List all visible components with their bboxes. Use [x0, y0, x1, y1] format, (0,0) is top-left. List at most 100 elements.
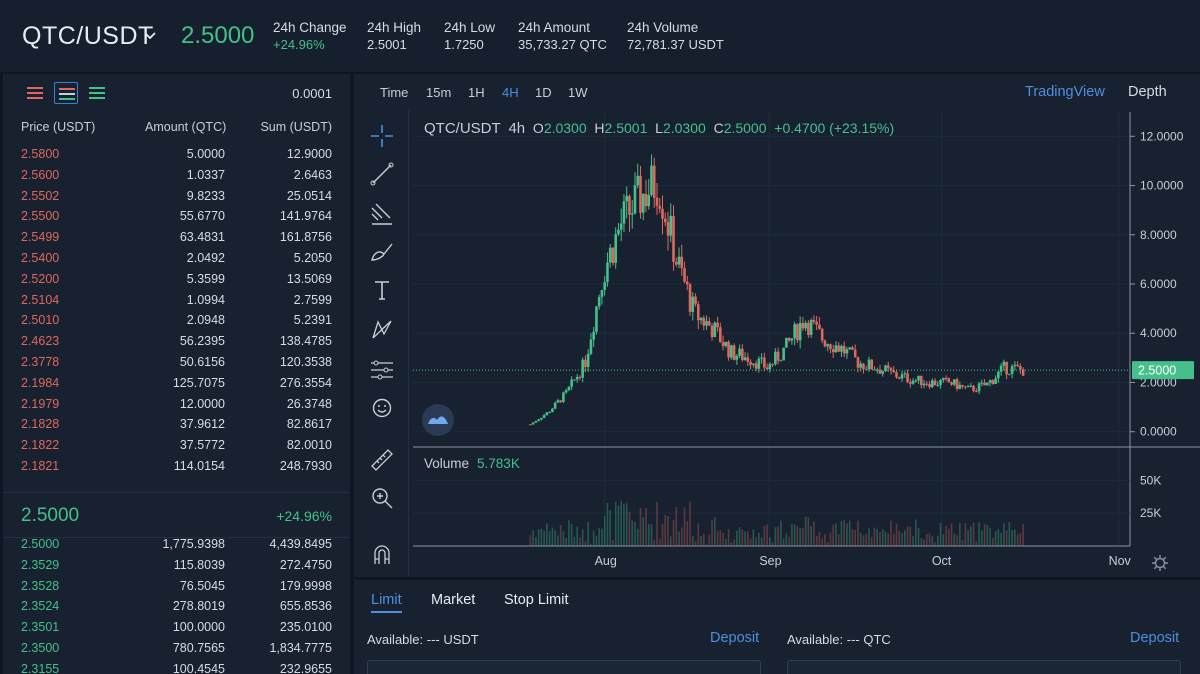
candle-body [619, 223, 623, 230]
tab-market[interactable]: Market [431, 592, 475, 608]
ask-row[interactable]: 2.4623 56.2395 138.4785 [3, 331, 350, 352]
emoji-icon[interactable] [368, 394, 396, 422]
precision-selector[interactable]: 0.0001 [292, 86, 332, 101]
row-price: 2.5400 [21, 250, 60, 265]
ask-row[interactable]: 2.5800 5.0000 12.9000 [3, 144, 350, 165]
volume-bar [796, 526, 799, 546]
mid-change: +24.96% [276, 508, 332, 524]
candle-body [749, 361, 752, 365]
candle-body [925, 383, 929, 385]
row-sum: 1,834.7775 [269, 640, 332, 655]
row-sum: 5.2050 [293, 250, 332, 265]
bid-row[interactable]: 2.3524 278.8019 655.8536 [3, 596, 350, 617]
ask-row[interactable]: 2.5499 63.4831 161.8756 [3, 227, 350, 248]
ask-row[interactable]: 2.5010 2.0948 5.2391 [3, 310, 350, 331]
vol-tick-label: 50K [1140, 473, 1161, 487]
prediction-tool-icon[interactable] [368, 356, 396, 384]
candle-body [785, 337, 788, 348]
ask-row[interactable]: 2.1828 37.9612 82.8617 [3, 414, 350, 435]
pair-selector[interactable]: QTC/USDT [22, 22, 154, 51]
vol-tick-label: 25K [1140, 506, 1161, 520]
market-header: QTC/USDT 2.5000 24h Change +24.96% 24h H… [0, 0, 1200, 72]
fib-tool-icon[interactable] [368, 200, 396, 228]
candle-body [906, 373, 909, 383]
bid-row[interactable]: 2.3500 780.7565 1,834.7775 [3, 638, 350, 659]
candle-body [812, 320, 816, 322]
interval-15m[interactable]: 15m [426, 85, 451, 100]
stat-label: 24h Volume [627, 20, 699, 35]
candle-body [534, 421, 538, 423]
volume-bar [658, 538, 661, 546]
legend-interval: 4h [508, 120, 526, 137]
text-tool-icon[interactable] [368, 276, 396, 304]
x-tick-label: Aug [595, 554, 617, 568]
trend-line-icon[interactable] [368, 160, 396, 188]
interval-4h[interactable]: 4H [502, 85, 519, 100]
ask-row[interactable]: 2.5400 2.0492 5.2050 [3, 248, 350, 269]
brush-icon[interactable] [368, 238, 396, 266]
candle-body [625, 195, 629, 202]
zoom-in-icon[interactable] [368, 484, 396, 512]
row-amount: 2.0948 [186, 313, 225, 328]
row-amount: 12.0000 [179, 396, 225, 411]
interval-1d[interactable]: 1D [535, 85, 552, 100]
bid-row[interactable]: 2.5000 1,775.9398 4,439.8495 [3, 534, 350, 555]
buy-price-input[interactable] [367, 660, 761, 674]
volume-bar [570, 524, 573, 546]
volume-bar [923, 539, 925, 546]
bid-row[interactable]: 2.3501 100.0000 235.0100 [3, 617, 350, 638]
chevron-down-icon[interactable] [142, 28, 158, 44]
candle-body [694, 296, 697, 305]
interval-time[interactable]: Time [380, 85, 408, 100]
volume-bar [744, 531, 746, 546]
volume-bar [645, 508, 647, 546]
ask-row[interactable]: 2.5500 55.6770 141.9764 [3, 206, 350, 227]
ask-row[interactable]: 2.5200 5.3599 13.5069 [3, 269, 350, 290]
ask-row[interactable]: 2.3778 50.6156 120.3538 [3, 352, 350, 373]
candle-body [790, 338, 794, 341]
bid-row[interactable]: 2.3155 100.4545 232.9655 [3, 659, 350, 674]
interval-1w[interactable]: 1W [568, 85, 588, 100]
candle-body [661, 208, 664, 219]
ask-row[interactable]: 2.5502 9.8233 25.0514 [3, 186, 350, 207]
ruler-icon[interactable] [368, 446, 396, 474]
candle-body [818, 324, 821, 329]
row-amount: 56.2395 [179, 334, 225, 349]
row-amount: 37.5772 [179, 438, 225, 453]
chart-legend: QTC/USDT 4h O2.0300 H2.5001 L2.0300 C2.5… [424, 120, 894, 137]
candle-body [586, 353, 590, 368]
ask-row[interactable]: 2.1821 114.0154 248.7930 [3, 456, 350, 477]
depth-tab[interactable]: Depth [1128, 84, 1167, 100]
ask-row[interactable]: 2.1979 12.0000 26.3748 [3, 394, 350, 415]
candle-body [815, 321, 818, 325]
sell-deposit-link[interactable]: Deposit [1130, 630, 1179, 646]
ask-row[interactable]: 2.1822 37.5772 82.0010 [3, 435, 350, 456]
order-book: 0.0001 Price (USDT) Amount (QTC) Sum (US… [3, 74, 350, 674]
ask-row[interactable]: 2.1984 125.7075 276.3554 [3, 373, 350, 394]
volume-bar [548, 531, 551, 546]
crosshair-icon[interactable] [368, 122, 396, 150]
bid-row[interactable]: 2.3528 76.5045 179.9998 [3, 576, 350, 597]
y-tick-label: 4.0000 [1140, 326, 1177, 340]
magnet-icon[interactable] [368, 540, 396, 568]
sell-price-input[interactable] [787, 660, 1181, 674]
row-sum: 82.0010 [286, 438, 332, 453]
book-mode-both-icon[interactable] [54, 82, 78, 104]
gear-icon[interactable] [1151, 554, 1169, 572]
bid-row[interactable]: 2.3529 115.8039 272.4750 [3, 555, 350, 576]
ask-row[interactable]: 2.5104 1.0994 2.7599 [3, 290, 350, 311]
price-chart[interactable]: 12.000010.00008.00006.00004.00002.00000.… [413, 112, 1200, 577]
buy-deposit-link[interactable]: Deposit [710, 630, 759, 646]
tradingview-tab[interactable]: TradingView [1025, 84, 1105, 100]
volume-bar [631, 520, 634, 546]
tab-stop-limit[interactable]: Stop Limit [504, 592, 568, 608]
book-mode-asks-icon[interactable] [23, 82, 47, 104]
pattern-tool-icon[interactable] [368, 316, 396, 344]
interval-1h[interactable]: 1H [468, 85, 485, 100]
candle-body [845, 349, 849, 354]
tab-limit[interactable]: Limit [371, 592, 402, 613]
legend-l-label: L [655, 120, 663, 136]
candle-body [691, 296, 695, 312]
book-mode-bids-icon[interactable] [85, 82, 109, 104]
ask-row[interactable]: 2.5600 1.0337 2.6463 [3, 165, 350, 186]
